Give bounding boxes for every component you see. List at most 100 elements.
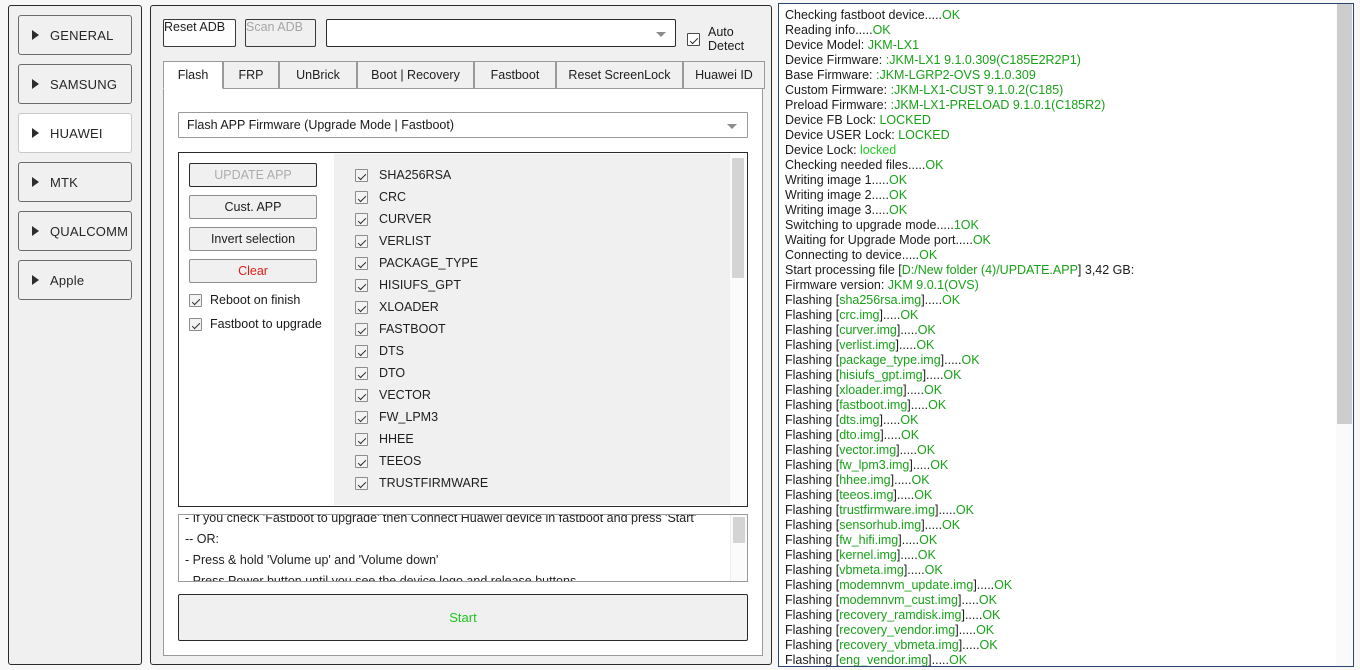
sidebar-item-mtk[interactable]: MTK <box>18 162 132 202</box>
auto-detect-checkbox[interactable]: Auto Detect <box>687 25 763 53</box>
brand-sidebar: GENERAL SAMSUNG HUAWEI MTK QUALCOMM Apple <box>8 5 142 665</box>
log-segment: Flashing [ <box>785 473 840 487</box>
sidebar-item-qualcomm[interactable]: QUALCOMM <box>18 211 132 251</box>
log-line: Flashing [fastboot.img].....OK <box>785 398 1336 413</box>
log-segment: Reading info..... <box>785 23 873 37</box>
partition-item[interactable]: DTO <box>334 362 728 384</box>
option-fastboot-to-upgrade[interactable]: Fastboot to upgrade <box>189 317 322 331</box>
flash-mode-select[interactable]: Flash APP Firmware (Upgrade Mode | Fastb… <box>178 112 748 138</box>
tab-unbrick[interactable]: UnBrick <box>279 61 357 89</box>
log-segment: ]..... <box>895 338 917 352</box>
instructions-scrollbar[interactable] <box>730 515 747 581</box>
sidebar-item-general[interactable]: GENERAL <box>18 15 132 55</box>
invert-selection-button[interactable]: Invert selection <box>189 227 317 251</box>
flash-actions-column: UPDATE APP Cust. APP Invert selection Clear… <box>189 163 322 331</box>
log-line: Reading info.....OK <box>785 23 1336 38</box>
tab-flash[interactable]: Flash <box>163 61 223 89</box>
partition-item[interactable]: TEEOS <box>334 450 728 472</box>
log-segment: Start processing file [ <box>785 263 902 277</box>
triangle-right-icon <box>32 128 39 138</box>
tab-reset-screenlock[interactable]: Reset ScreenLock <box>556 61 683 89</box>
partition-item[interactable]: PACKAGE_TYPE <box>334 252 728 274</box>
partition-item[interactable]: VERLIST <box>334 230 728 252</box>
log-segment: OK <box>914 488 933 502</box>
log-scrollbar[interactable] <box>1336 4 1353 666</box>
log-segment: OK <box>982 608 1001 622</box>
partition-item[interactable]: FW_LPM3 <box>334 406 728 428</box>
log-line: Flashing [dto.img].....OK <box>785 428 1336 443</box>
adb-toolbar: Reset ADB Scan ADB Auto Detect <box>163 18 763 53</box>
tab-label: Flash <box>177 68 209 82</box>
log-line: Flashing [recovery_vendor.img].....OK <box>785 623 1336 638</box>
log-segment: Device Firmware: <box>785 53 886 67</box>
tab-boot-recovery[interactable]: Boot | Recovery <box>357 61 474 89</box>
log-segment: ]..... <box>896 323 918 337</box>
partition-item[interactable]: CURVER <box>334 208 728 230</box>
partition-item[interactable]: HISIUFS_GPT <box>334 274 728 296</box>
log-segment: ]..... <box>896 548 918 562</box>
partition-item[interactable]: HHEE <box>334 428 728 450</box>
clear-button[interactable]: Clear <box>189 259 317 283</box>
partition-item[interactable]: DTS <box>334 340 728 362</box>
log-segment: eng_vendor.img <box>839 653 929 666</box>
cust-app-button[interactable]: Cust. APP <box>189 195 317 219</box>
device-select[interactable] <box>326 19 676 47</box>
log-segment: Flashing [ <box>785 653 840 666</box>
partition-item[interactable]: XLOADER <box>334 296 728 318</box>
log-segment: xloader.img <box>839 383 904 397</box>
log-segment: OK <box>955 503 974 517</box>
partition-list[interactable]: SHA256RSA CRC CURVER VERLIST PACKAGE_TYPE HIS… <box>334 154 746 505</box>
log-line: Connecting to device.....OK <box>785 248 1336 263</box>
reset-adb-button[interactable]: Reset ADB <box>163 19 236 47</box>
triangle-right-icon <box>32 30 39 40</box>
scan-adb-button[interactable]: Scan ADB <box>245 19 316 47</box>
app-window: GENERAL SAMSUNG HUAWEI MTK QUALCOMM Apple Res… <box>0 0 1360 670</box>
log-line: Flashing [hhee.img].....OK <box>785 473 1336 488</box>
log-segment: Writing image 2..... <box>785 188 889 202</box>
checkbox-icon <box>355 256 368 270</box>
log-segment: OK <box>942 293 961 307</box>
option-label: Fastboot to upgrade <box>210 317 322 331</box>
partition-item[interactable]: CRC <box>334 186 728 208</box>
button-label: UPDATE APP <box>214 168 292 182</box>
log-segment: OK <box>928 398 947 412</box>
tab-fastboot[interactable]: Fastboot <box>474 61 556 89</box>
start-button[interactable]: Start <box>178 594 748 641</box>
log-segment: recovery_vbmeta.img <box>839 638 959 652</box>
tab-frp[interactable]: FRP <box>223 61 279 89</box>
sidebar-item-label: Apple <box>50 272 85 288</box>
log-segment: OK <box>978 593 997 607</box>
log-segment: sensorhub.img <box>839 518 922 532</box>
partition-item[interactable]: SHA256RSA <box>334 164 728 186</box>
log-line: Flashing [curver.img].....OK <box>785 323 1336 338</box>
update-app-button[interactable]: UPDATE APP <box>189 163 317 187</box>
checkbox-icon <box>687 32 700 46</box>
partition-item[interactable]: VECTOR <box>334 384 728 406</box>
sidebar-item-huawei[interactable]: HUAWEI <box>18 113 132 153</box>
log-segment: ]..... <box>973 578 995 592</box>
tab-huawei-id[interactable]: Huawei ID <box>683 61 765 89</box>
log-segment: Flashing [ <box>785 608 840 622</box>
log-segment: Flashing [ <box>785 518 840 532</box>
sidebar-item-apple[interactable]: Apple <box>18 260 132 300</box>
partition-item[interactable]: TRUSTFIRMWARE <box>334 472 728 494</box>
sidebar-item-samsung[interactable]: SAMSUNG <box>18 64 132 104</box>
log-segment: OK <box>900 308 919 322</box>
log-segment: OK <box>888 203 908 217</box>
log-segment: Flashing [ <box>785 623 840 637</box>
partition-item[interactable]: FASTBOOT <box>334 318 728 340</box>
log-segment: ]..... <box>879 413 901 427</box>
instructions-textbox[interactable]: - If you check 'Fastboot to upgrade' the… <box>178 514 748 582</box>
log-segment: ] 3,42 GB: <box>1077 263 1135 277</box>
partition-list-scrollbar[interactable] <box>729 154 746 505</box>
log-segment: ]..... <box>909 458 931 472</box>
instruction-line: - Press & hold 'Volume up' and 'Volume d… <box>185 553 439 567</box>
tab-label: Reset ScreenLock <box>568 68 671 82</box>
log-line: Flashing [package_type.img].....OK <box>785 353 1336 368</box>
option-reboot-on-finish[interactable]: Reboot on finish <box>189 293 322 307</box>
auto-detect-label: Auto Detect <box>708 25 745 53</box>
log-segment: modemnvm_cust.img <box>839 593 958 607</box>
log-segment: Flashing [ <box>785 368 840 382</box>
partition-label: TRUSTFIRMWARE <box>379 476 489 490</box>
log-segment: ]..... <box>961 608 983 622</box>
